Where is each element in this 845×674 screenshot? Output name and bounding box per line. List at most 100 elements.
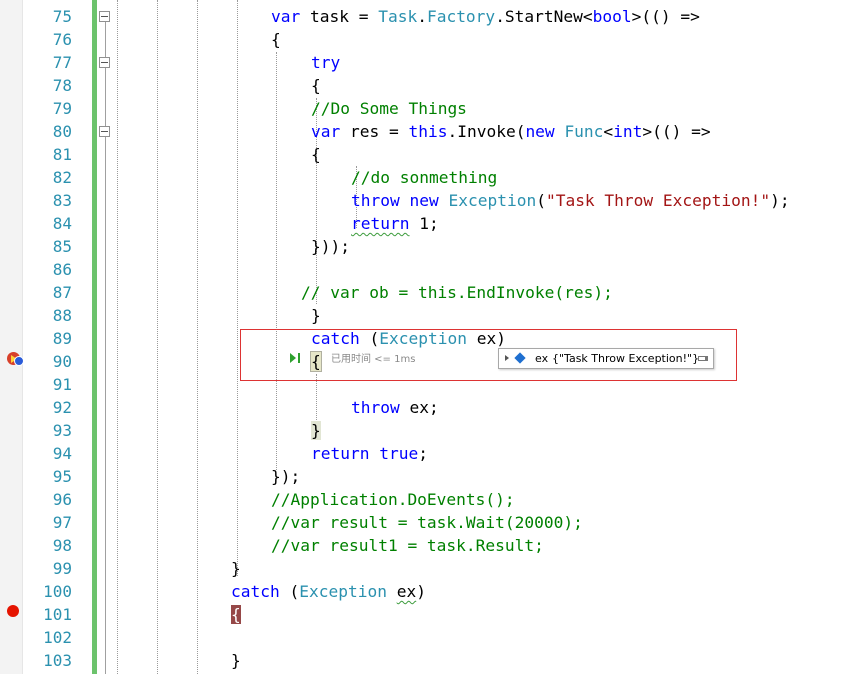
code-line-99: } [231,557,241,580]
code-token: res = [340,122,409,141]
line-number: 82 [52,168,72,187]
code-line-93: } [311,419,321,442]
code-line-83: throw new Exception("Task Throw Exceptio… [351,189,790,212]
change-tracking-bar [92,0,97,674]
code-token: //Application.DoEvents(); [271,490,515,509]
code-token: })); [311,237,350,256]
code-line-96: //Application.DoEvents(); [271,488,515,511]
code-line-76: { [271,28,281,51]
code-token: //var result1 = task.Result; [271,536,544,555]
line-number: 88 [52,306,72,325]
code-token: this [408,122,448,141]
code-token: >(() => [631,7,700,26]
code-line-101: { [231,603,241,626]
code-token: //Do Some Things [311,99,467,118]
code-token: ( [279,582,300,601]
code-token: .Invoke( [447,122,526,141]
indent-guide [276,52,277,470]
code-token: 1; [409,214,439,233]
code-line-84: return 1; [351,212,439,235]
code-line-78: { [311,74,321,97]
code-token: "Task Throw Exception!" [545,191,771,210]
code-token: { [311,76,321,95]
line-number: 81 [52,145,72,164]
code-line-79: //Do Some Things [311,97,467,120]
code-line-95: }); [271,465,300,488]
indent-guide [237,0,238,576]
line-number: 77 [52,53,72,72]
code-token: ( [536,191,546,210]
code-token: Task [378,7,418,26]
line-number: 100 [43,582,72,601]
code-token: >(() => [642,122,711,141]
code-token: var [271,7,301,26]
code-line-100: catch (Exception ex) [231,580,426,603]
code-line-103: } [231,649,241,672]
code-line-88: } [311,304,321,327]
code-token: } [311,421,321,440]
line-number: 102 [43,628,72,647]
line-number: 101 [43,605,72,624]
code-token: throw [351,398,400,417]
code-token: ) [416,582,426,601]
line-number: 83 [52,191,72,210]
code-token: ex; [399,398,439,417]
code-token: .StartNew< [495,7,593,26]
breakpoint-icon[interactable] [7,605,19,617]
breakpoint-brace: { [231,605,241,624]
line-number: 89 [52,329,72,348]
code-token: throw [351,191,400,210]
line-number: 91 [52,375,72,394]
code-token: { [311,145,321,164]
code-line-82: //do sonmething [351,166,497,189]
glyph-margin[interactable] [0,0,23,674]
code-token: < [603,122,614,141]
line-number: 94 [52,444,72,463]
line-number: 93 [52,421,72,440]
code-token: Exception [448,191,537,210]
line-number: 85 [52,237,72,256]
code-token: catch [231,582,280,601]
line-number: 87 [52,283,72,302]
indent-guide [117,0,118,674]
line-number: 75 [52,7,72,26]
code-token: //var result = task.Wait(20000); [271,513,583,532]
code-token: try [311,53,341,72]
code-token: { [271,30,281,49]
code-line-94: return true; [311,442,428,465]
code-token: bool [592,7,632,26]
outline-line [105,16,106,674]
line-number: 96 [52,490,72,509]
line-number: 99 [52,559,72,578]
collapse-icon[interactable] [99,57,110,68]
line-number: 103 [43,651,72,670]
code-line-81: { [311,143,321,166]
code-token: }); [271,467,301,486]
code-token: return [311,444,370,463]
collapse-icon[interactable] [99,126,110,137]
code-token: new [525,122,555,141]
line-number: 90 [52,352,72,371]
indent-guide [157,0,158,674]
code-line-97: //var result = task.Wait(20000); [271,511,583,534]
line-number: 97 [52,513,72,532]
code-line-80: var res = this.Invoke(new Func<int>(() =… [311,120,711,143]
code-editor[interactable]: 75 76 77 78 79 80 81 82 83 84 85 86 87 8… [0,0,845,674]
code-token: ex [396,582,417,601]
highlight-box [240,329,737,381]
code-token: true [379,444,419,463]
line-number: 80 [52,122,72,141]
code-line-77: try [311,51,340,74]
code-line-87: // var ob = this.EndInvoke(res); [301,281,613,304]
code-line-75: var task = Task.Factory.StartNew<bool>((… [271,5,700,28]
code-token: Func [564,122,604,141]
line-number: 79 [52,99,72,118]
collapse-icon[interactable] [99,11,110,22]
code-token: Factory [426,7,496,26]
code-token: int [613,122,643,141]
code-token: } [231,559,241,578]
code-token: // var ob = this.EndInvoke(res); [301,283,613,302]
